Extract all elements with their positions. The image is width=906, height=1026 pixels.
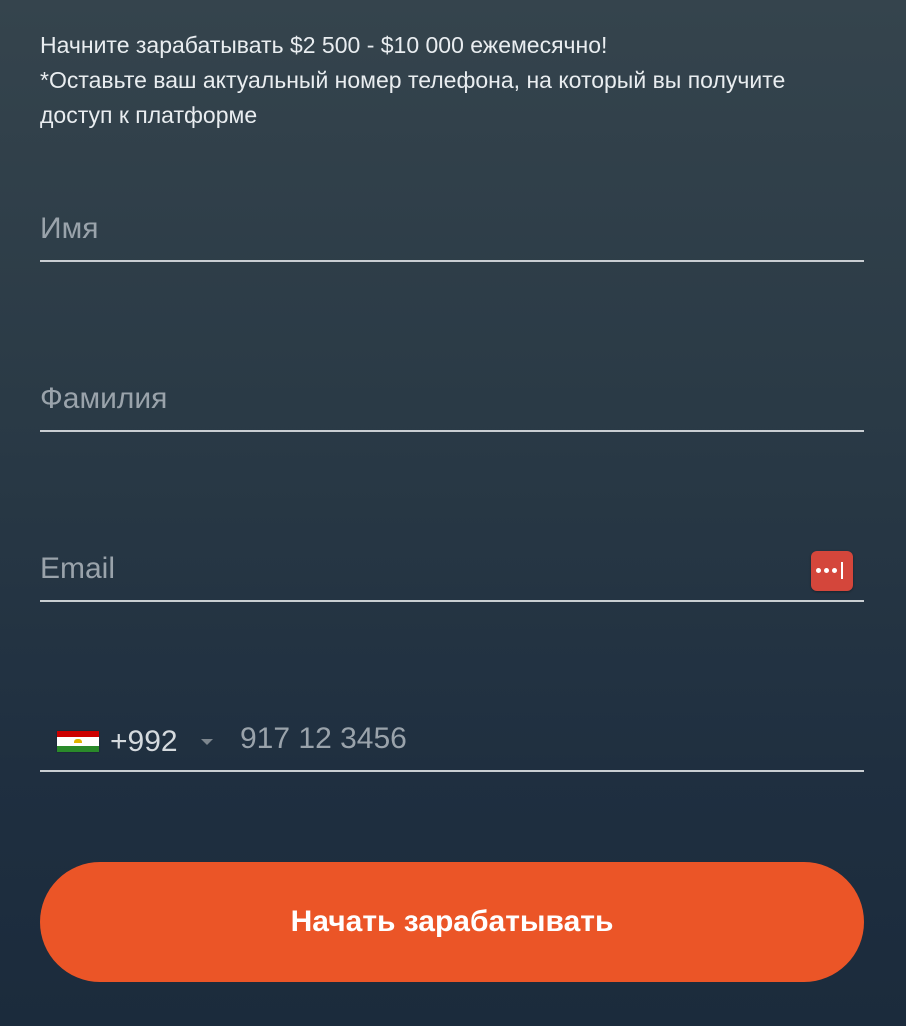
first-name-input[interactable] bbox=[40, 200, 800, 258]
start-earning-button[interactable]: Начать зарабатывать bbox=[40, 862, 864, 982]
chevron-down-icon bbox=[201, 739, 213, 745]
country-code-selector[interactable]: +992 bbox=[56, 722, 236, 762]
intro-note: *Оставьте ваш актуальный номер телефона,… bbox=[40, 67, 786, 128]
email-field bbox=[40, 540, 864, 602]
signup-form-page: Начните зарабатывать $2 500 - $10 000 еж… bbox=[0, 0, 906, 1026]
tajikistan-flag-icon bbox=[57, 731, 99, 752]
password-manager-icon[interactable] bbox=[811, 551, 853, 591]
last-name-input[interactable] bbox=[40, 370, 800, 428]
last-name-field bbox=[40, 370, 864, 432]
intro-headline: Начните зарабатывать $2 500 - $10 000 еж… bbox=[40, 32, 608, 58]
email-input[interactable] bbox=[40, 540, 800, 598]
first-name-field bbox=[40, 200, 864, 262]
phone-input[interactable] bbox=[240, 710, 840, 768]
dial-code: +992 bbox=[110, 725, 178, 758]
phone-field: +992 bbox=[40, 710, 864, 772]
intro-text: Начните зарабатывать $2 500 - $10 000 еж… bbox=[40, 28, 860, 133]
